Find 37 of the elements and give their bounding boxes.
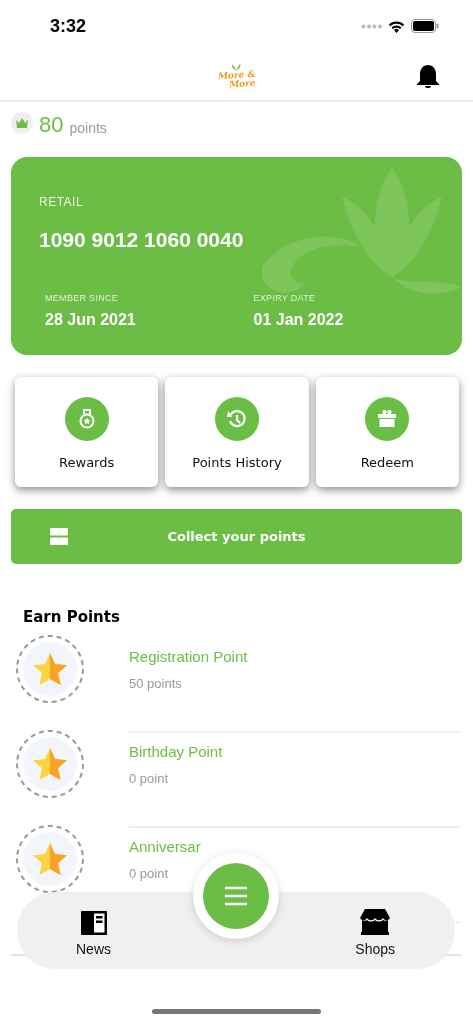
member-since-value: 28 Jun 2021	[45, 311, 137, 329]
notification-bell-icon[interactable]	[416, 64, 440, 88]
points-value: 80	[39, 112, 64, 138]
signal-icon	[361, 23, 382, 29]
card-icon	[50, 528, 68, 545]
earn-item-points: 50 points	[129, 676, 183, 691]
star-badge-icon	[15, 824, 85, 894]
history-icon	[215, 397, 259, 441]
earn-item-title: Anniversar	[129, 838, 201, 855]
points-unit: points	[69, 119, 107, 136]
app-logo: More & More	[216, 61, 257, 91]
status-time: 3:32	[50, 15, 87, 37]
earn-item-points: 0 point	[129, 866, 170, 881]
star-badge-icon	[15, 729, 85, 799]
member-since-label: MEMBER SINCE	[45, 293, 120, 303]
battery-icon	[411, 19, 439, 33]
wifi-icon	[388, 19, 405, 33]
gift-icon	[365, 397, 410, 441]
earn-item-title: Birthday Point	[129, 743, 223, 760]
menu-icon	[203, 863, 269, 929]
shop-icon	[359, 908, 392, 936]
section-title: Earn Points	[23, 608, 121, 626]
crown-icon	[11, 112, 33, 134]
expiry-date-value: 01 Jan 2022	[253, 311, 345, 329]
nav-tab[interactable]: News	[76, 910, 111, 957]
tier-label: RETAIL	[39, 195, 84, 209]
earn-item-points: 0 point	[129, 771, 170, 786]
star-badge-icon	[15, 634, 85, 704]
medal-icon	[64, 397, 109, 441]
expiry-date-label: EXPIRY DATE	[253, 293, 317, 303]
news-icon	[79, 910, 108, 936]
nav-tab[interactable]: Shops	[355, 908, 395, 957]
earn-item-title: Registration Point	[129, 648, 248, 665]
action-tile[interactable]: Redeem	[315, 377, 459, 487]
action-tile[interactable]: Rewards	[15, 377, 159, 487]
action-tile[interactable]: Points History	[165, 377, 309, 487]
member-number: 1090 9012 1060 0040	[39, 228, 244, 251]
